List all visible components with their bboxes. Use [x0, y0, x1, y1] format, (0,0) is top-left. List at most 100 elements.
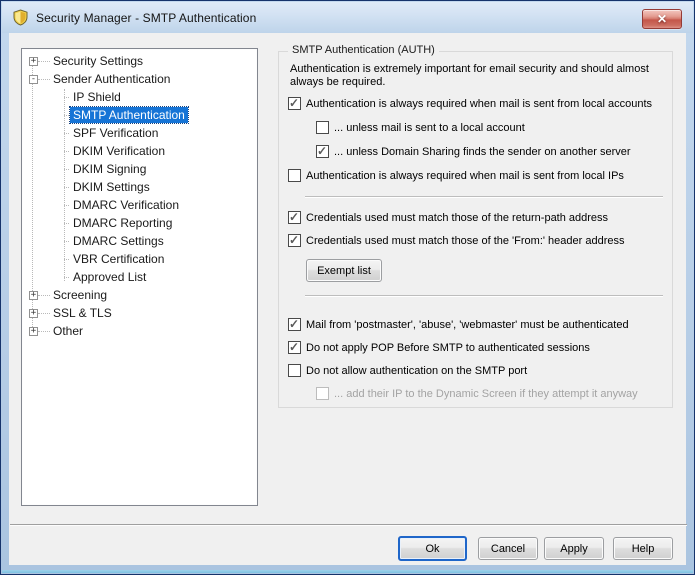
- dialog-body: + Security Settings - Sender Authenticat…: [9, 33, 686, 565]
- checkbox-unless-sent-to-local-account[interactable]: ... unless mail is sent to a local accou…: [316, 121, 525, 135]
- tree-item-label[interactable]: IP Shield: [70, 89, 124, 105]
- checkbox-label[interactable]: Authentication is always required when m…: [306, 169, 624, 183]
- checkbox-box[interactable]: ✓: [288, 341, 301, 354]
- checkbox-box[interactable]: [316, 121, 329, 134]
- tree-item-security-settings[interactable]: + Security Settings: [22, 52, 257, 70]
- checkbox-box: [316, 387, 329, 400]
- ok-button-label: Ok: [425, 543, 439, 555]
- tree-item-dmarc-settings[interactable]: DMARC Settings: [22, 232, 257, 250]
- check-icon: ✓: [289, 340, 299, 354]
- apply-button-label: Apply: [560, 543, 588, 555]
- checkbox-no-auth-on-smtp-port[interactable]: Do not allow authentication on the SMTP …: [288, 364, 527, 378]
- checkbox-label[interactable]: Credentials used must match those of the…: [306, 211, 608, 225]
- checkbox-label[interactable]: Credentials used must match those of the…: [306, 234, 624, 248]
- tree-item-label[interactable]: DKIM Signing: [70, 161, 149, 177]
- tree-item-label-selected[interactable]: SMTP Authentication: [70, 107, 188, 123]
- tree-item-dkim-signing[interactable]: DKIM Signing: [22, 160, 257, 178]
- checkbox-label[interactable]: ... unless Domain Sharing finds the send…: [334, 145, 631, 159]
- tree-item-label[interactable]: VBR Certification: [70, 251, 167, 267]
- tree-item-ssl-tls[interactable]: + SSL & TLS: [22, 304, 257, 322]
- titlebar[interactable]: Security Manager - SMTP Authentication ✕: [2, 2, 693, 33]
- checkbox-box[interactable]: ✓: [288, 97, 301, 110]
- tree-item-label[interactable]: DKIM Verification: [70, 143, 168, 159]
- tree-item-label[interactable]: Security Settings: [50, 53, 146, 69]
- tree-item-label[interactable]: SSL & TLS: [50, 305, 115, 321]
- check-icon: ✓: [289, 233, 299, 247]
- checkbox-label: ... add their IP to the Dynamic Screen i…: [334, 387, 638, 401]
- tree-item-sender-authentication[interactable]: - Sender Authentication: [22, 70, 257, 88]
- checkbox-box[interactable]: ✓: [288, 318, 301, 331]
- tree-connector: [38, 79, 50, 80]
- check-icon: ✓: [289, 317, 299, 331]
- close-icon: ✕: [657, 13, 667, 25]
- expand-icon[interactable]: +: [29, 291, 38, 300]
- tree-item-dmarc-verification[interactable]: DMARC Verification: [22, 196, 257, 214]
- checkbox-auth-required-local-ips[interactable]: Authentication is always required when m…: [288, 169, 624, 183]
- checkbox-box[interactable]: [288, 364, 301, 377]
- window-frame: Security Manager - SMTP Authentication ✕…: [0, 0, 695, 575]
- apply-button[interactable]: Apply: [544, 537, 604, 560]
- checkbox-no-pop-before-smtp[interactable]: ✓ Do not apply POP Before SMTP to authen…: [288, 341, 590, 355]
- tree-item-vbr-certification[interactable]: VBR Certification: [22, 250, 257, 268]
- check-icon: ✓: [317, 144, 327, 158]
- checkbox-unless-domain-sharing[interactable]: ✓ ... unless Domain Sharing finds the se…: [316, 145, 631, 159]
- exempt-list-button[interactable]: Exempt list: [306, 259, 382, 282]
- cancel-button[interactable]: Cancel: [478, 537, 538, 560]
- checkbox-box[interactable]: ✓: [316, 145, 329, 158]
- tree-item-label[interactable]: DMARC Reporting: [70, 215, 175, 231]
- tree-item-label[interactable]: SPF Verification: [70, 125, 161, 141]
- description-line1: Authentication is extremely important fo…: [290, 63, 670, 76]
- tree-item-dmarc-reporting[interactable]: DMARC Reporting: [22, 214, 257, 232]
- tree-item-ip-shield[interactable]: IP Shield: [22, 88, 257, 106]
- shield-icon: [12, 9, 29, 26]
- tree-item-dkim-verification[interactable]: DKIM Verification: [22, 142, 257, 160]
- checkbox-label[interactable]: ... unless mail is sent to a local accou…: [334, 121, 525, 135]
- tree-item-label[interactable]: Approved List: [70, 269, 149, 285]
- checkbox-box[interactable]: ✓: [288, 211, 301, 224]
- tree-connector: [38, 61, 50, 62]
- footer-separator: [10, 524, 687, 526]
- tree-connector: [38, 331, 50, 332]
- checkbox-label[interactable]: Do not apply POP Before SMTP to authenti…: [306, 341, 590, 355]
- exempt-list-button-label: Exempt list: [317, 265, 371, 277]
- checkbox-add-ip-dynamic-screen: ... add their IP to the Dynamic Screen i…: [316, 387, 638, 401]
- checkbox-match-return-path[interactable]: ✓ Credentials used must match those of t…: [288, 211, 608, 225]
- window-title: Security Manager - SMTP Authentication: [36, 11, 256, 25]
- settings-tree: + Security Settings - Sender Authenticat…: [21, 48, 258, 506]
- tree-item-dkim-settings[interactable]: DKIM Settings: [22, 178, 257, 196]
- tree-item-label[interactable]: DKIM Settings: [70, 179, 153, 195]
- checkbox-box[interactable]: [288, 169, 301, 182]
- description-line2: always be required.: [290, 76, 670, 89]
- checkbox-box[interactable]: ✓: [288, 234, 301, 247]
- checkbox-match-from-header[interactable]: ✓ Credentials used must match those of t…: [288, 234, 624, 248]
- close-button[interactable]: ✕: [642, 9, 682, 29]
- checkbox-postmaster-must-authenticate[interactable]: ✓ Mail from 'postmaster', 'abuse', 'webm…: [288, 318, 629, 332]
- checkbox-auth-required-local-accounts[interactable]: ✓ Authentication is always required when…: [288, 97, 652, 111]
- tree-item-label[interactable]: Other: [50, 323, 86, 339]
- tree-item-approved-list[interactable]: Approved List: [22, 268, 257, 286]
- tree-item-spf-verification[interactable]: SPF Verification: [22, 124, 257, 142]
- help-button[interactable]: Help: [613, 537, 673, 560]
- checkbox-label[interactable]: Do not allow authentication on the SMTP …: [306, 364, 527, 378]
- tree-item-smtp-authentication[interactable]: SMTP Authentication: [22, 106, 257, 124]
- tree-item-label[interactable]: Sender Authentication: [50, 71, 173, 87]
- expand-icon[interactable]: +: [29, 57, 38, 66]
- expand-icon[interactable]: +: [29, 327, 38, 336]
- group-title: SMTP Authentication (AUTH): [288, 44, 439, 56]
- check-icon: ✓: [289, 96, 299, 110]
- ok-button[interactable]: Ok: [398, 536, 467, 561]
- tree-item-label[interactable]: DMARC Verification: [70, 197, 182, 213]
- tree-item-other[interactable]: + Other: [22, 322, 257, 340]
- cancel-button-label: Cancel: [491, 543, 525, 555]
- checkbox-label[interactable]: Mail from 'postmaster', 'abuse', 'webmas…: [306, 318, 629, 332]
- tree-item-label[interactable]: DMARC Settings: [70, 233, 167, 249]
- separator: [305, 295, 663, 297]
- expand-icon[interactable]: +: [29, 309, 38, 318]
- collapse-icon[interactable]: -: [29, 75, 38, 84]
- checkbox-label[interactable]: Authentication is always required when m…: [306, 97, 652, 111]
- tree-item-label[interactable]: Screening: [50, 287, 110, 303]
- help-button-label: Help: [632, 543, 655, 555]
- tree-item-screening[interactable]: + Screening: [22, 286, 257, 304]
- tree-connector: [38, 313, 50, 314]
- description-text: Authentication is extremely important fo…: [290, 63, 670, 89]
